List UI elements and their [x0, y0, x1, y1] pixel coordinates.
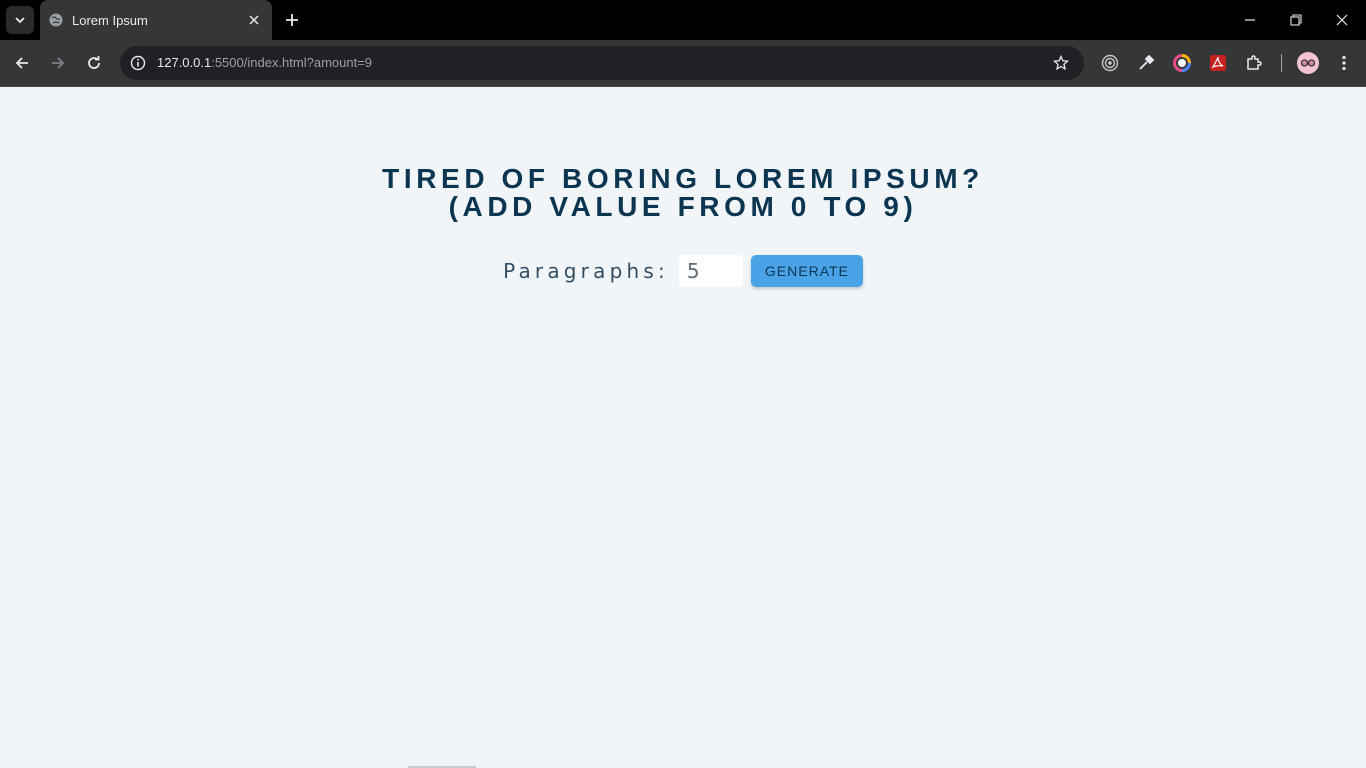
reload-button[interactable]: [84, 53, 104, 73]
tab-search-button[interactable]: [6, 6, 34, 34]
tab-close-button[interactable]: [246, 12, 262, 28]
restore-icon: [1290, 14, 1302, 26]
tab-strip: Lorem Ipsum: [0, 0, 1366, 40]
extension-eyedropper-button[interactable]: [1136, 53, 1156, 73]
star-icon: [1053, 55, 1069, 71]
page-content: TIRED OF BORING LOREM IPSUM? (ADD VALUE …: [0, 87, 1366, 768]
toolbar-separator: [1281, 54, 1282, 72]
arrow-left-icon: [15, 57, 28, 69]
arrow-right-icon: [52, 57, 65, 69]
address-bar[interactable]: 127.0.0.1:5500/index.html?amount=9: [120, 46, 1084, 80]
restore-button[interactable]: [1286, 10, 1306, 30]
close-window-button[interactable]: [1332, 10, 1352, 30]
target-icon: [1101, 54, 1119, 72]
url-path: :5500/index.html?amount=9: [211, 55, 373, 70]
tab-title: Lorem Ipsum: [72, 13, 148, 28]
close-icon: [249, 15, 259, 25]
url-text: 127.0.0.1:5500/index.html?amount=9: [157, 55, 372, 70]
chevron-down-icon: [15, 17, 25, 24]
generator-form: Paragraphs: GENERATE: [0, 255, 1366, 287]
avatar[interactable]: [1297, 52, 1319, 74]
back-button[interactable]: [12, 53, 32, 73]
reload-icon: [88, 56, 100, 69]
new-tab-button[interactable]: [282, 10, 302, 30]
page-title-line-1: TIRED OF BORING LOREM IPSUM?: [382, 163, 984, 194]
browser-menu-button[interactable]: [1334, 53, 1354, 73]
pdf-icon: [1210, 55, 1226, 71]
page-title: TIRED OF BORING LOREM IPSUM? (ADD VALUE …: [0, 165, 1366, 221]
extensions-button[interactable]: [1244, 53, 1264, 73]
url-host: 127.0.0.1: [157, 55, 212, 70]
extension-pdf-button[interactable]: [1208, 53, 1228, 73]
page-title-line-2: (ADD VALUE FROM 0 TO 9): [448, 191, 918, 222]
bookmark-button[interactable]: [1052, 54, 1070, 72]
extension-target-button[interactable]: [1100, 53, 1120, 73]
paragraphs-label: Paragraphs:: [503, 259, 669, 283]
paragraphs-input[interactable]: [678, 255, 743, 287]
info-icon: [130, 55, 146, 71]
tab-active[interactable]: Lorem Ipsum: [40, 0, 272, 40]
color-wheel-icon: [1173, 54, 1191, 72]
profile-icon: [1300, 59, 1316, 67]
close-icon: [1336, 14, 1348, 26]
puzzle-icon: [1247, 55, 1262, 70]
globe-icon: [49, 13, 63, 27]
extension-color-button[interactable]: [1172, 53, 1192, 73]
forward-button[interactable]: [48, 53, 68, 73]
site-info-button[interactable]: [128, 53, 148, 73]
eyedropper-icon: [1139, 54, 1155, 70]
generate-button[interactable]: GENERATE: [750, 255, 863, 287]
minimize-button[interactable]: [1240, 10, 1260, 30]
plus-icon: [286, 14, 298, 26]
kebab-menu-icon: [1342, 55, 1346, 71]
minimize-icon: [1245, 19, 1255, 21]
browser-toolbar: 127.0.0.1:5500/index.html?amount=9: [0, 40, 1366, 86]
